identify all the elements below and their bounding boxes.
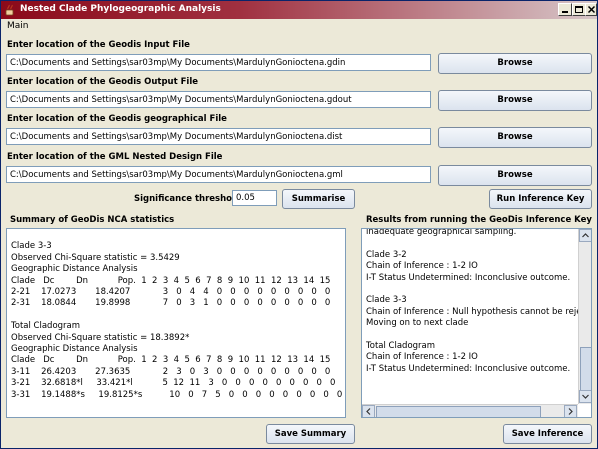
summary-line: Clade Dc Dn Pop. 1 2 3 4 5 6 7 8 9 10 11…: [11, 355, 331, 366]
browse-output-button[interactable]: Browse: [438, 90, 592, 111]
gml-file-label: Enter location of the GML Nested Design …: [7, 152, 223, 162]
results-line: [366, 238, 580, 249]
scroll-left-arrow-icon[interactable]: [362, 405, 375, 417]
summary-line: Observed Chi-Square statistic = 18.3892*: [11, 332, 190, 343]
summary-line: Observed Chi-Square statistic = 3.5429: [11, 252, 180, 263]
results-line: I-T Status Undetermined: Inconclusive ou…: [366, 363, 571, 374]
results-line: Clade 3-3: [366, 295, 407, 306]
summary-line: 2-31 18.0844 19.8998 7 0 3 1 0 0 0 0 0 0…: [11, 298, 331, 309]
geographical-file-field[interactable]: C:\Documents and Settings\sar03mp\My Doc…: [6, 128, 431, 145]
summary-line: Geographic Distance Analysis: [11, 344, 138, 355]
summarise-button[interactable]: Summarise: [282, 189, 355, 209]
input-file-label: Enter location of the Geodis Input File: [7, 40, 190, 50]
summary-line: Clade 3-3: [11, 241, 52, 252]
menu-main[interactable]: Main: [7, 21, 29, 31]
results-line: Chain of Inference : 1-2 IO: [366, 261, 478, 272]
results-line: I-T Status Undetermined: Inconclusive ou…: [366, 272, 571, 283]
output-file-field[interactable]: C:\Documents and Settings\sar03mp\My Doc…: [6, 91, 431, 108]
summary-line: 2-21 17.0273 18.4207 3 0 4 4 0 0 0 0 0 0…: [11, 287, 331, 298]
minimize-button[interactable]: [558, 3, 572, 16]
scroll-thumb[interactable]: [580, 347, 591, 391]
summary-heading: Summary of GeoDis NCA statistics: [10, 215, 175, 225]
gml-file-field[interactable]: C:\Documents and Settings\sar03mp\My Doc…: [6, 166, 431, 183]
summary-text: Clade 3-3 Observed Chi-Square statistic =…: [11, 230, 342, 401]
app-window: Nested Clade Phylogeographic Analysis Ma…: [0, 0, 598, 449]
summary-line: [11, 310, 342, 321]
summary-line: 3-21 32.6818*l 33.421*l 5 12 11 3 0 0 0 …: [11, 378, 336, 389]
summary-line: Clade Dc Dn Pop. 1 2 3 4 5 6 7 8 9 10 11…: [11, 275, 331, 286]
summary-line: Geographic Distance Analysis: [11, 264, 138, 275]
title-bar: Nested Clade Phylogeographic Analysis: [1, 1, 597, 19]
results-line: Clade 3-2: [366, 249, 407, 260]
maximize-button[interactable]: [572, 3, 586, 16]
java-icon: [4, 4, 16, 16]
results-line: Moving on to next clade: [366, 318, 469, 329]
results-horizontal-scrollbar[interactable]: [362, 404, 578, 417]
results-line: [366, 284, 580, 295]
threshold-label: Significance threshold: [134, 194, 241, 204]
window-title: Nested Clade Phylogeographic Analysis: [20, 4, 221, 14]
output-file-label: Enter location of the Geodis Output File: [7, 77, 199, 87]
results-heading: Results from running the GeoDis Inferenc…: [366, 215, 592, 225]
results-vertical-scrollbar[interactable]: [578, 229, 591, 404]
scroll-down-arrow-icon[interactable]: [579, 390, 591, 403]
results-line: Chain of Inference : 1-2 IO: [366, 352, 478, 363]
results-line: inadequate geographical sampling.: [366, 228, 517, 237]
scroll-up-arrow-icon[interactable]: [579, 229, 591, 242]
input-file-field[interactable]: C:\Documents and Settings\sar03mp\My Doc…: [6, 54, 431, 71]
close-button[interactable]: [585, 3, 597, 16]
summary-line: 3-11 26.4203 27.3635 2 3 0 3 0 0 0 0 0 0…: [11, 366, 331, 377]
browse-geographical-button[interactable]: Browse: [438, 127, 592, 148]
geographical-file-label: Enter location of the Geodis geographica…: [7, 114, 227, 124]
scroll-thumb-horizontal[interactable]: [376, 406, 541, 417]
run-inference-key-button[interactable]: Run Inference Key: [489, 189, 592, 209]
threshold-field[interactable]: 0.05: [232, 190, 277, 206]
scroll-right-arrow-icon[interactable]: [564, 405, 577, 417]
results-text-area[interactable]: inadequate geographical sampling. Clade …: [361, 228, 592, 418]
save-summary-button[interactable]: Save Summary: [266, 424, 355, 444]
browse-input-button[interactable]: Browse: [438, 53, 592, 74]
results-line: Chain of Inference : Null hypothesis can…: [366, 306, 592, 317]
results-line: Total Cladogram: [366, 341, 436, 352]
summary-text-area[interactable]: Clade 3-3 Observed Chi-Square statistic =…: [6, 228, 346, 418]
results-text: inadequate geographical sampling. Clade …: [366, 228, 592, 375]
summary-line: Total Cladogram: [11, 321, 81, 332]
menu-bar: Main: [1, 19, 597, 35]
summary-line: 3-31 19.1488*s 19.8125*s 10 0 7 5 0 0 0 …: [11, 389, 343, 400]
summary-line: [11, 230, 342, 241]
save-inference-button[interactable]: Save Inference: [503, 424, 592, 444]
results-line: [366, 330, 580, 341]
browse-gml-button[interactable]: Browse: [438, 165, 592, 186]
